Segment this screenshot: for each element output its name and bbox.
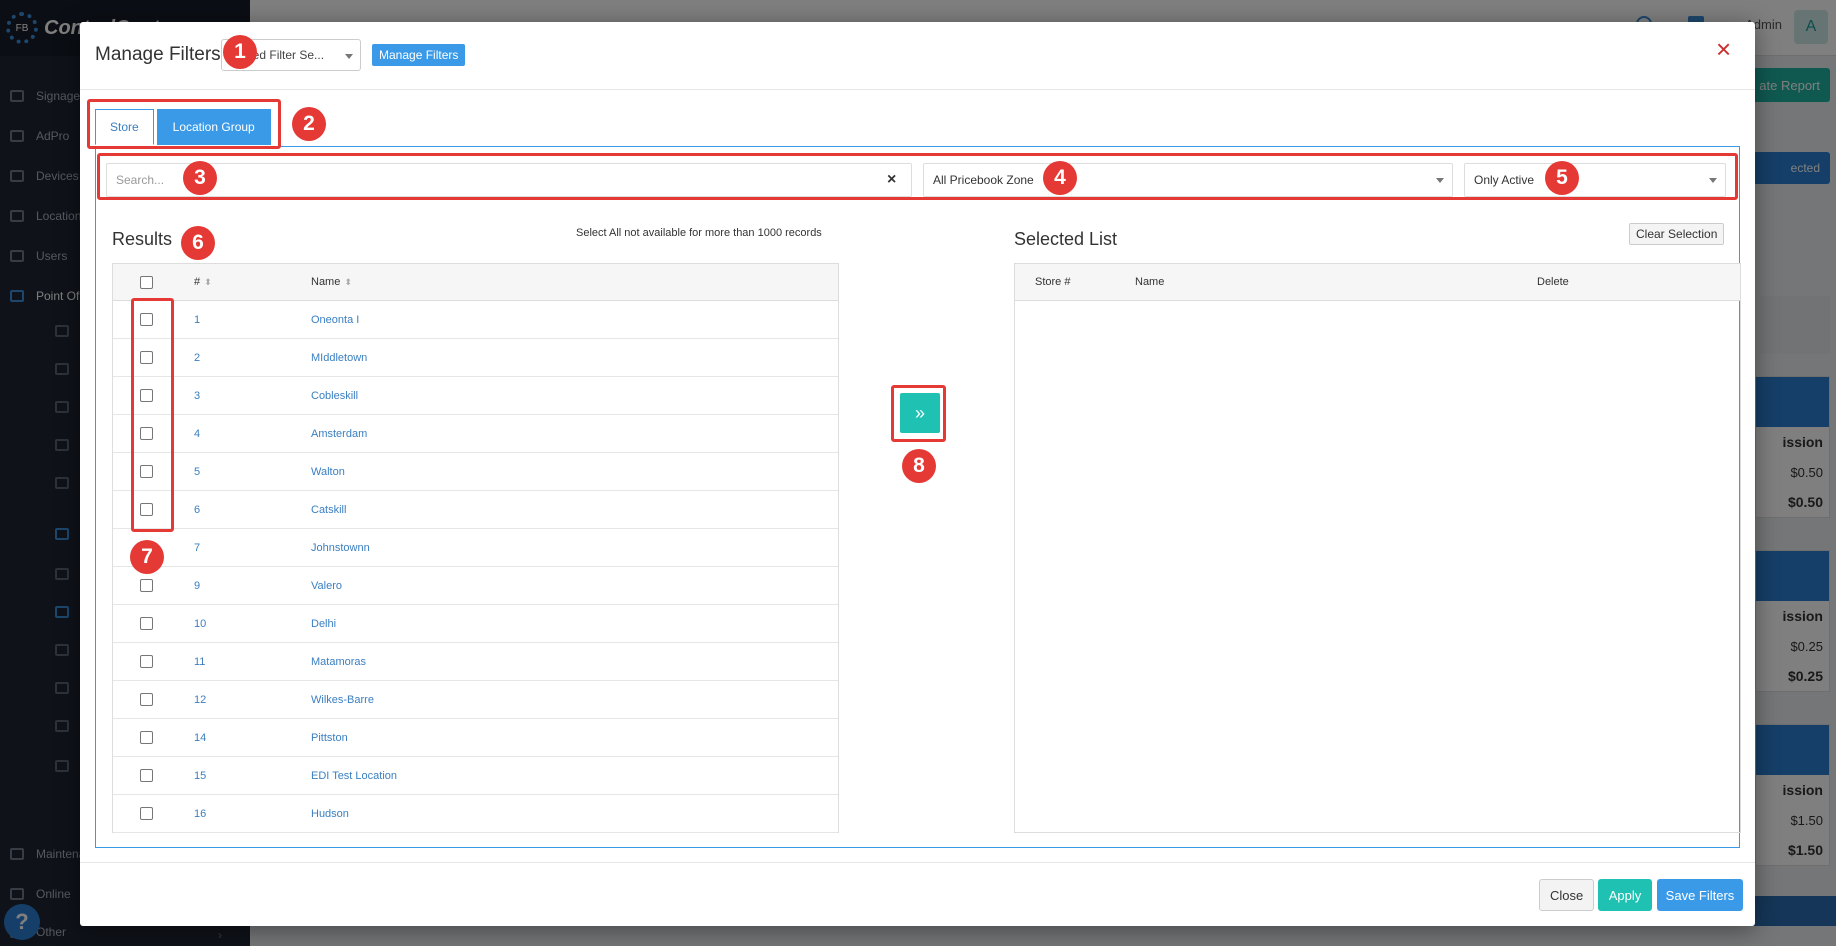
store-number-link[interactable]: 3: [194, 390, 200, 402]
table-row[interactable]: 9 Valero: [113, 567, 838, 605]
close-button[interactable]: Close: [1539, 879, 1595, 911]
store-number-link[interactable]: 1: [194, 314, 200, 326]
callout-highlight-tabs: [87, 99, 281, 149]
clear-selection-button[interactable]: Clear Selection: [1629, 223, 1725, 245]
store-number-link[interactable]: 15: [194, 770, 206, 782]
table-row[interactable]: 15 EDI Test Location: [113, 757, 838, 795]
store-tab-pane: × All Pricebook Zone Only Active Results…: [95, 146, 1741, 848]
callout-badge-2: 2: [292, 107, 326, 141]
results-table-body: 1 Oneonta I 2 MIddletown 3 Cobleskill 4 Amsterd…: [113, 301, 838, 833]
callout-highlight-filters: [97, 153, 1738, 200]
store-name-link[interactable]: EDI Test Location: [311, 770, 397, 782]
results-table: # ⬍ Name ⬍ 1 Oneonta I 2 MIddletown 3 Cobleskil…: [112, 263, 839, 833]
store-name-link[interactable]: Wilkes-Barre: [311, 694, 374, 706]
row-checkbox[interactable]: [140, 731, 153, 744]
store-number-link[interactable]: 6: [194, 504, 200, 516]
store-number-link[interactable]: 9: [194, 580, 200, 592]
store-name-link[interactable]: Hudson: [311, 808, 349, 820]
table-row[interactable]: 3 Cobleskill: [113, 377, 838, 415]
column-label: #: [194, 276, 201, 288]
callout-badge-8: 8: [902, 449, 936, 483]
close-icon[interactable]: ×: [1716, 36, 1731, 62]
modal-title: Manage Filters: [95, 44, 221, 65]
store-name-link[interactable]: Johnstownn: [311, 542, 370, 554]
store-name-link[interactable]: Catskill: [311, 504, 346, 516]
store-name-link[interactable]: Valero: [311, 580, 342, 592]
column-label: Name: [311, 276, 341, 288]
store-number-link[interactable]: 12: [194, 694, 206, 706]
table-row[interactable]: 6 Catskill: [113, 491, 838, 529]
store-number-link[interactable]: 5: [194, 466, 200, 478]
results-table-header: # ⬍ Name ⬍: [113, 264, 838, 301]
store-number-link[interactable]: 11: [194, 656, 205, 668]
column-header-number[interactable]: # ⬍: [194, 276, 212, 288]
callout-badge-6: 6: [181, 226, 215, 260]
select-all-note: Select All not available for more than 1…: [576, 227, 822, 239]
store-name-link[interactable]: Cobleskill: [311, 390, 358, 402]
table-row[interactable]: 12 Wilkes-Barre: [113, 681, 838, 719]
store-name-link[interactable]: Matamoras: [311, 656, 366, 668]
row-checkbox[interactable]: [140, 655, 153, 668]
row-checkbox[interactable]: [140, 693, 153, 706]
store-number-link[interactable]: 14: [194, 732, 206, 744]
sort-icon: ⬍: [204, 277, 212, 287]
column-header-name[interactable]: Name ⬍: [311, 276, 352, 288]
callout-highlight-checkboxes: [131, 298, 174, 532]
modal-footer: Close Apply Save Filters: [80, 862, 1755, 926]
select-all-checkbox[interactable]: [140, 276, 153, 289]
callout-badge-7: 7: [130, 540, 164, 574]
selected-list-table: Store # Name Delete: [1014, 263, 1741, 833]
callout-badge-1: 1: [223, 35, 257, 69]
store-number-link[interactable]: 2: [194, 352, 200, 364]
selected-table-header: Store # Name Delete: [1015, 264, 1740, 301]
chevron-down-icon: [345, 54, 353, 59]
table-row[interactable]: 4 Amsterdam: [113, 415, 838, 453]
store-number-link[interactable]: 10: [194, 618, 206, 630]
table-row[interactable]: 14 Pittston: [113, 719, 838, 757]
row-checkbox[interactable]: [140, 579, 153, 592]
table-row[interactable]: 7 Johnstownn: [113, 529, 838, 567]
callout-badge-3: 3: [183, 161, 217, 195]
modal-header: Manage Filters Saved Filter Se... Manage…: [80, 22, 1755, 90]
column-header-name: Name: [1135, 276, 1165, 288]
store-name-link[interactable]: Delhi: [311, 618, 336, 630]
store-number-link[interactable]: 4: [194, 428, 200, 440]
row-checkbox[interactable]: [140, 617, 153, 630]
column-header-store-number: Store #: [1035, 276, 1071, 288]
table-row[interactable]: 1 Oneonta I: [113, 301, 838, 339]
table-row[interactable]: 10 Delhi: [113, 605, 838, 643]
store-number-link[interactable]: 16: [194, 808, 206, 820]
store-name-link[interactable]: MIddletown: [311, 352, 367, 364]
apply-button[interactable]: Apply: [1598, 879, 1652, 911]
selected-list-title: Selected List: [1014, 229, 1118, 249]
store-name-link[interactable]: Pittston: [311, 732, 348, 744]
store-number-link[interactable]: 7: [194, 542, 200, 554]
store-name-link[interactable]: Oneonta I: [311, 314, 359, 326]
table-row[interactable]: 2 MIddletown: [113, 339, 838, 377]
callout-badge-4: 4: [1043, 161, 1077, 195]
column-header-delete: Delete: [1537, 276, 1569, 288]
sort-icon: ⬍: [344, 277, 352, 287]
table-row[interactable]: 5 Walton: [113, 453, 838, 491]
table-row[interactable]: 16 Hudson: [113, 795, 838, 833]
save-filters-button[interactable]: Save Filters: [1657, 879, 1743, 911]
callout-highlight-add-button: [891, 385, 946, 442]
row-checkbox[interactable]: [140, 769, 153, 782]
row-checkbox[interactable]: [140, 807, 153, 820]
callout-badge-5: 5: [1545, 161, 1579, 195]
store-name-link[interactable]: Amsterdam: [311, 428, 367, 440]
results-title: Results: [112, 229, 173, 249]
manage-filters-button[interactable]: Manage Filters: [372, 44, 466, 66]
table-row[interactable]: 11 Matamoras: [113, 643, 838, 681]
store-name-link[interactable]: Walton: [311, 466, 345, 478]
